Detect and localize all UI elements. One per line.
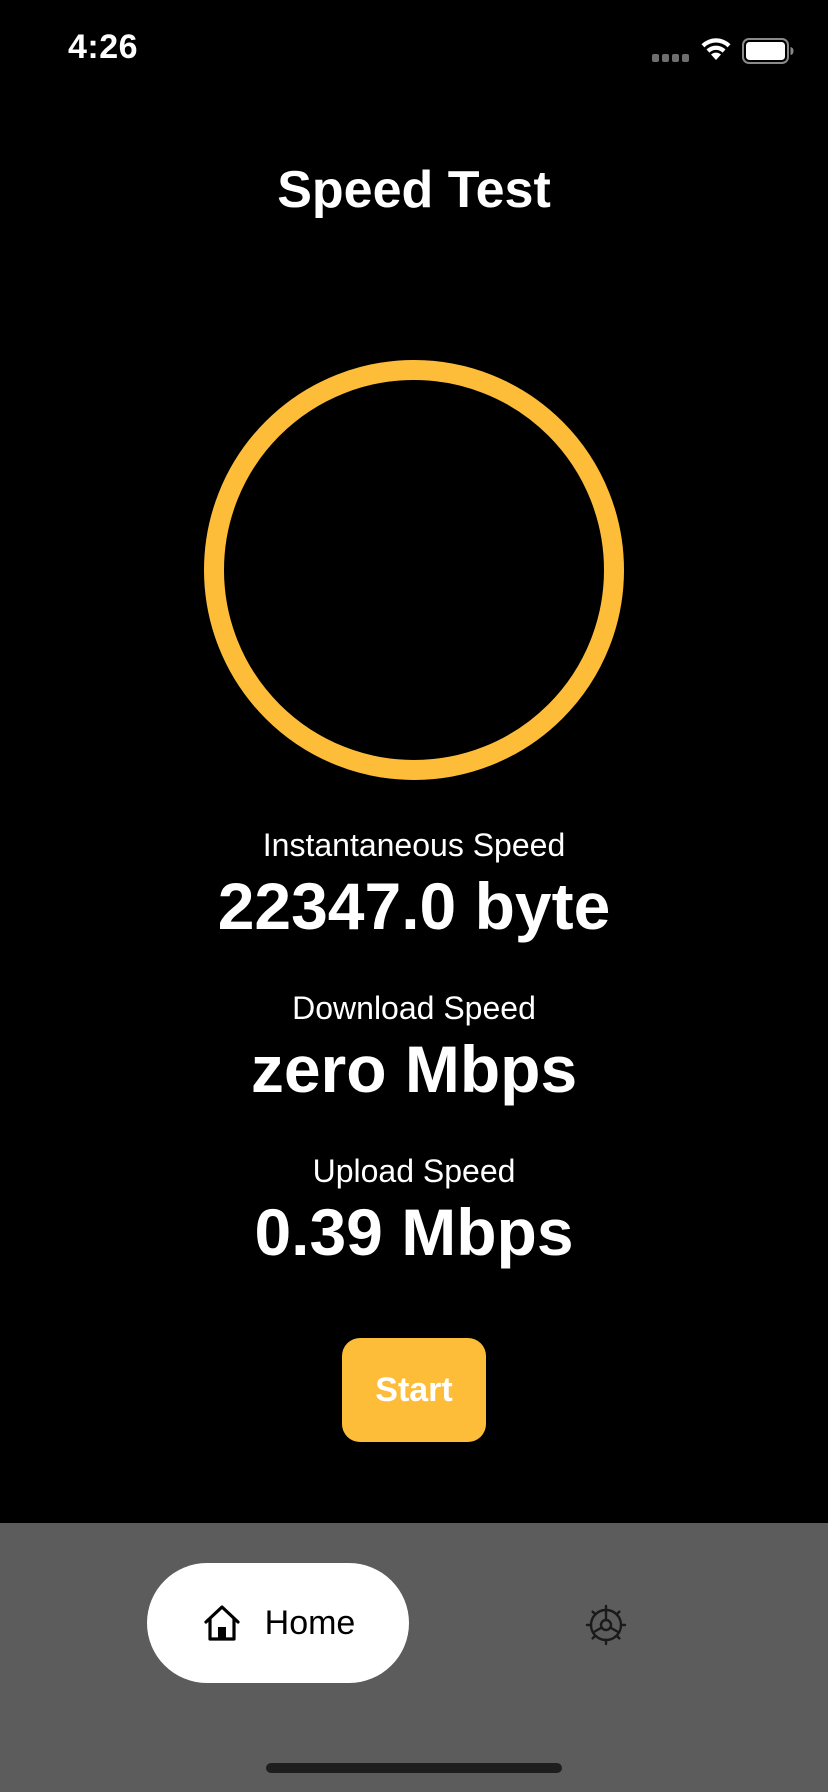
start-button[interactable]: Start [342,1338,486,1442]
instantaneous-speed-value: 22347.0 byte [217,869,611,943]
instantaneous-speed-label: Instantaneous Speed [262,827,566,863]
gauge-ring-circle [204,360,624,780]
upload-speed-label: Upload Speed [312,1153,516,1189]
tab-bar: Home [0,1523,828,1792]
gear-icon[interactable] [580,1599,632,1651]
tab-home-label: Home [264,1603,356,1642]
download-speed-value: zero Mbps [250,1032,578,1106]
home-indicator [266,1763,562,1773]
upload-speed-value: 0.39 Mbps [254,1195,574,1269]
status-time: 4:26 [68,28,139,66]
status-bar: 4:26 [0,0,828,100]
wifi-icon [701,38,731,60]
house-icon [204,1605,240,1641]
speed-gauge-ring [204,360,624,780]
cellular-signal-icon [652,54,689,62]
page-title: Speed Test [277,161,551,219]
tab-home[interactable]: Home [147,1563,409,1683]
download-speed-label: Download Speed [292,990,536,1026]
battery-icon [742,38,794,64]
